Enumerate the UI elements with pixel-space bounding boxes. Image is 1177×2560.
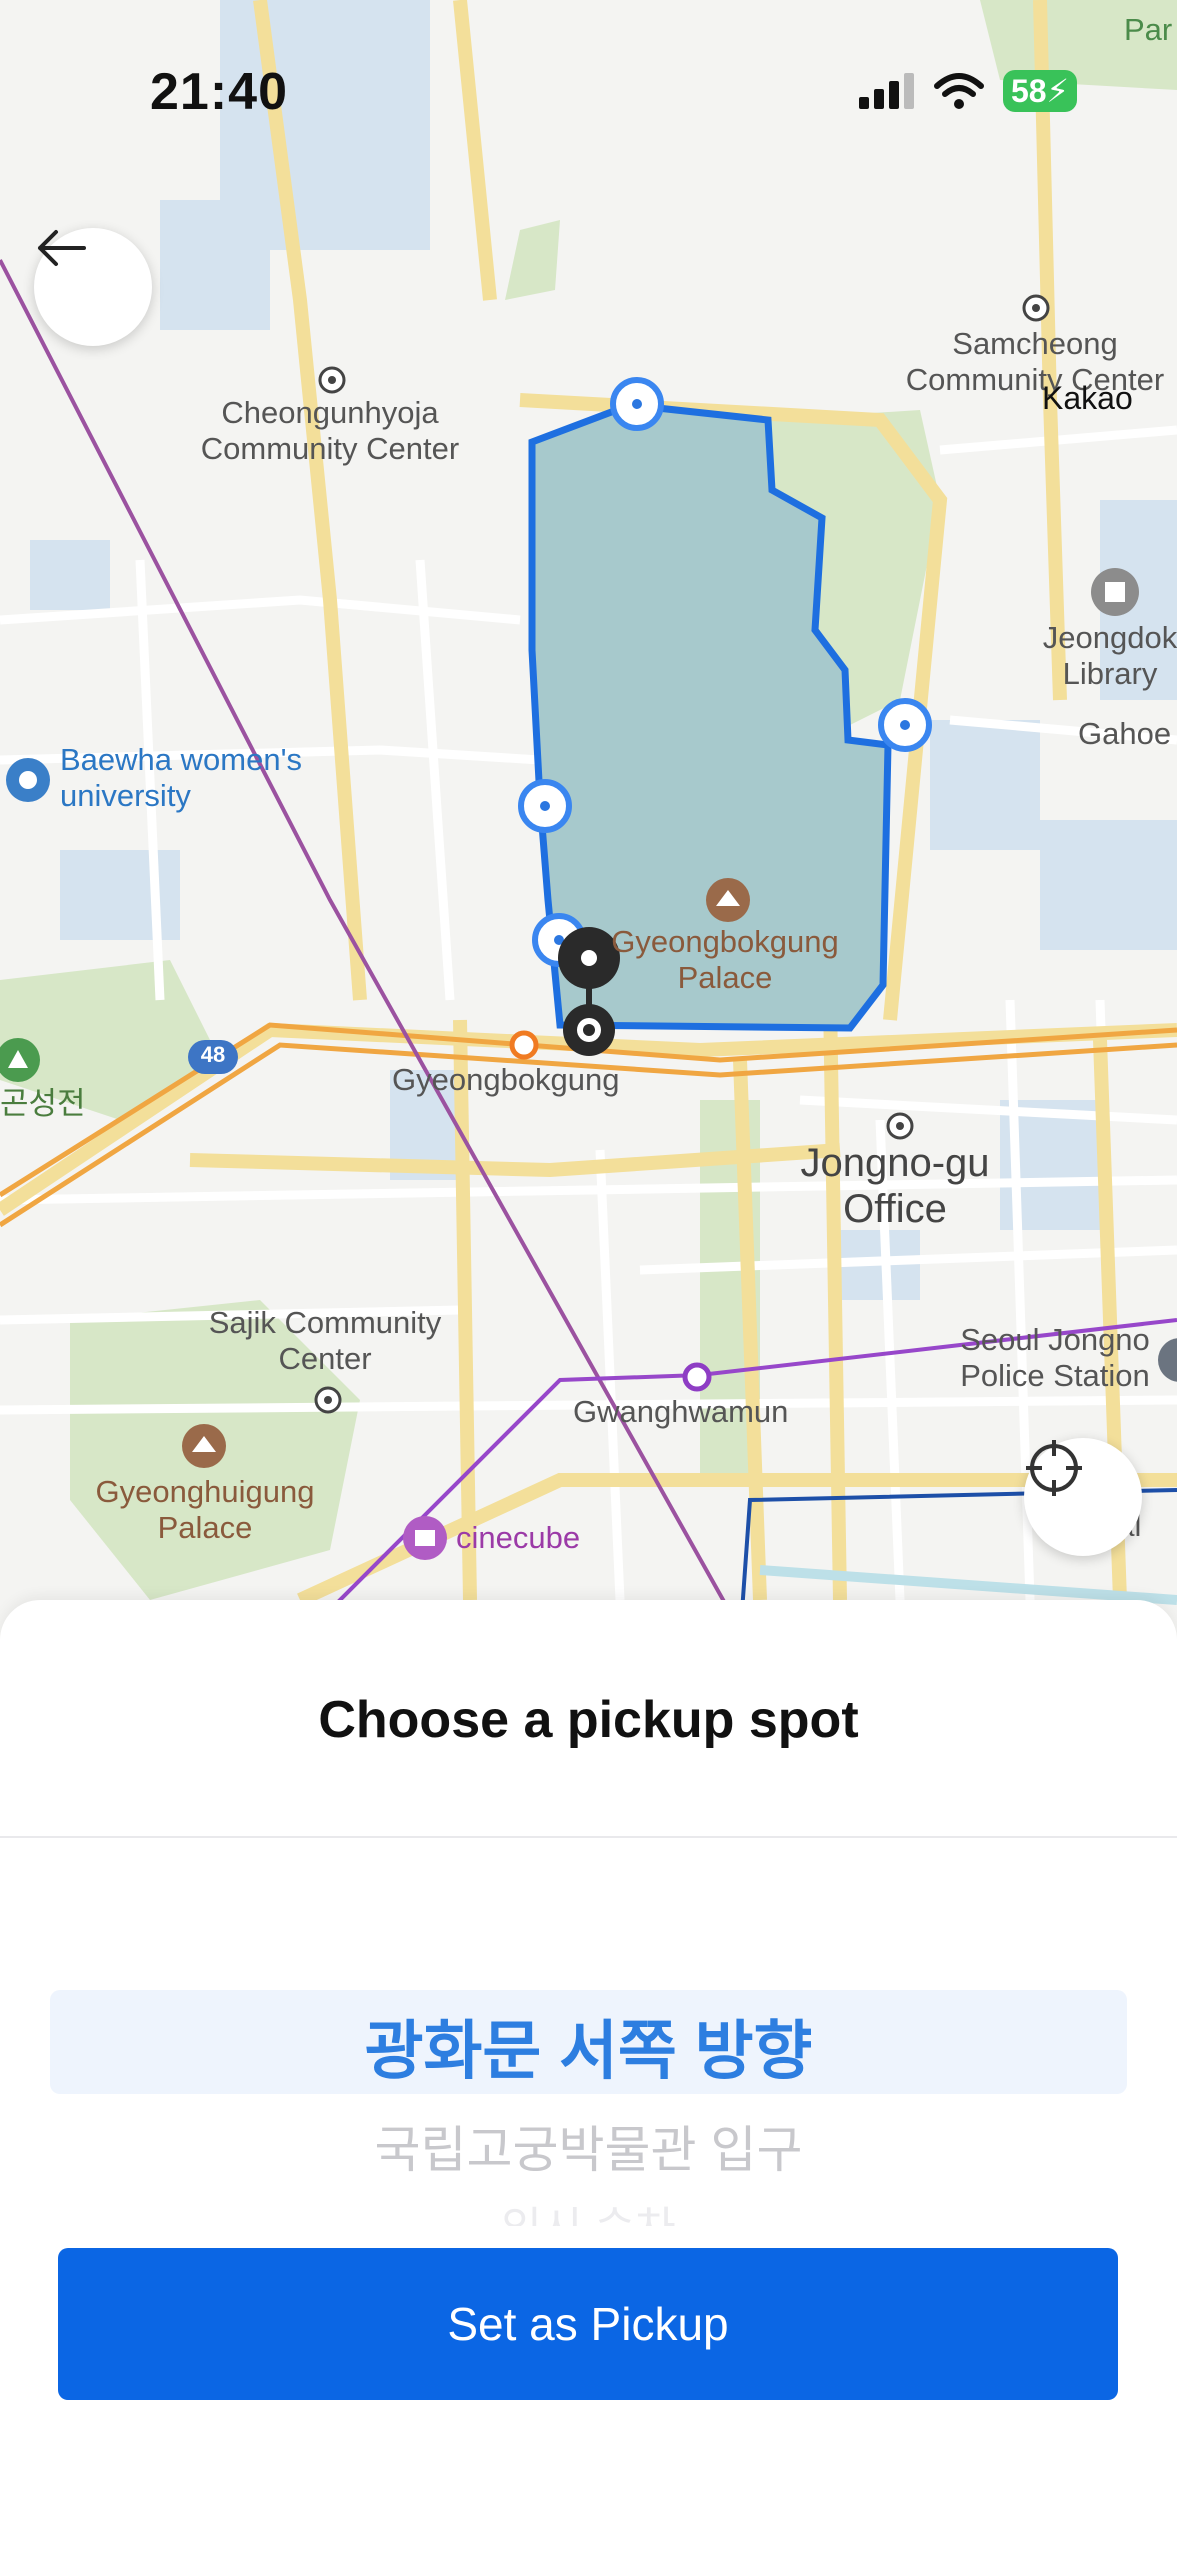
sheet-title: Choose a pickup spot [318, 1691, 859, 1749]
map-label-cheongunhyoja: Cheongunhyoja Community Center [200, 395, 460, 466]
map-label-cinecube: cinecube [456, 1520, 581, 1555]
set-as-pickup-button[interactable]: Set as Pickup [58, 2248, 1118, 2400]
picker-option-selected[interactable]: 광화문 서쪽 방향 [0, 2000, 1177, 2092]
map-label-gwanghwamun: Gwanghwamun [573, 1394, 789, 1429]
pickup-sheet: Choose a pickup spot 광화문 서쪽 방향 국립고궁박물관 입… [0, 1600, 1177, 2560]
map-label-baewha: Baewha women's university [60, 742, 302, 813]
map-label-gyeongbokgung-station: Gyeongbokgung [392, 1062, 620, 1097]
crosshair-icon [1026, 1440, 1082, 1496]
map-view[interactable]: Par Samcheong Community Center Cheongunh… [0, 0, 1177, 1640]
map-label-samcheong: Samcheong Community Center [905, 326, 1165, 397]
map-label-gyeongbokgung-palace: Gyeongbokgung Palace [611, 924, 839, 995]
battery-level: 58 [1010, 73, 1047, 109]
wifi-icon [933, 73, 984, 109]
locate-me-button[interactable] [1024, 1438, 1142, 1556]
pickup-candidate-marker[interactable] [610, 377, 664, 431]
arrow-left-icon [38, 230, 86, 266]
divider [0, 1836, 1177, 1838]
signal-icon [858, 73, 914, 109]
charging-icon: ⚡ [1046, 73, 1069, 109]
university-icon [6, 758, 50, 802]
cinema-icon [403, 1516, 447, 1560]
pickup-candidate-marker[interactable] [878, 698, 932, 752]
back-button[interactable] [34, 228, 152, 346]
map-label-jongno-office: Jongno-gu Office [800, 1141, 990, 1231]
battery-icon: 58⚡ [1002, 70, 1077, 112]
picker-option[interactable]: 국립고궁박물관 입구 [0, 2110, 1177, 2182]
status-icons: 58⚡ [858, 70, 1077, 112]
map-label-left-edge: 곤성전 [0, 1086, 86, 1121]
pickup-candidate-marker[interactable] [518, 779, 572, 833]
map-label-gyeonghuigung: Gyeonghuigung Palace [95, 1474, 315, 1545]
map-label-seoul-police: Seoul Jongno Police Station [960, 1322, 1150, 1393]
map-label-jeongdok: Jeongdok Library [1042, 620, 1177, 691]
status-time: 21:40 [150, 63, 288, 121]
library-icon [1091, 568, 1139, 616]
map-label-route-48: 48 [200, 1042, 226, 1067]
map-label-gahoe: Gahoe [1078, 716, 1172, 751]
map-label-sajik: Sajik Community Center [208, 1305, 442, 1376]
picker-option[interactable]: 임시 승차 [0, 2192, 1177, 2226]
status-bar: 21:40 58⚡ [0, 0, 1177, 190]
map-watermark: Kakao [1042, 380, 1133, 416]
